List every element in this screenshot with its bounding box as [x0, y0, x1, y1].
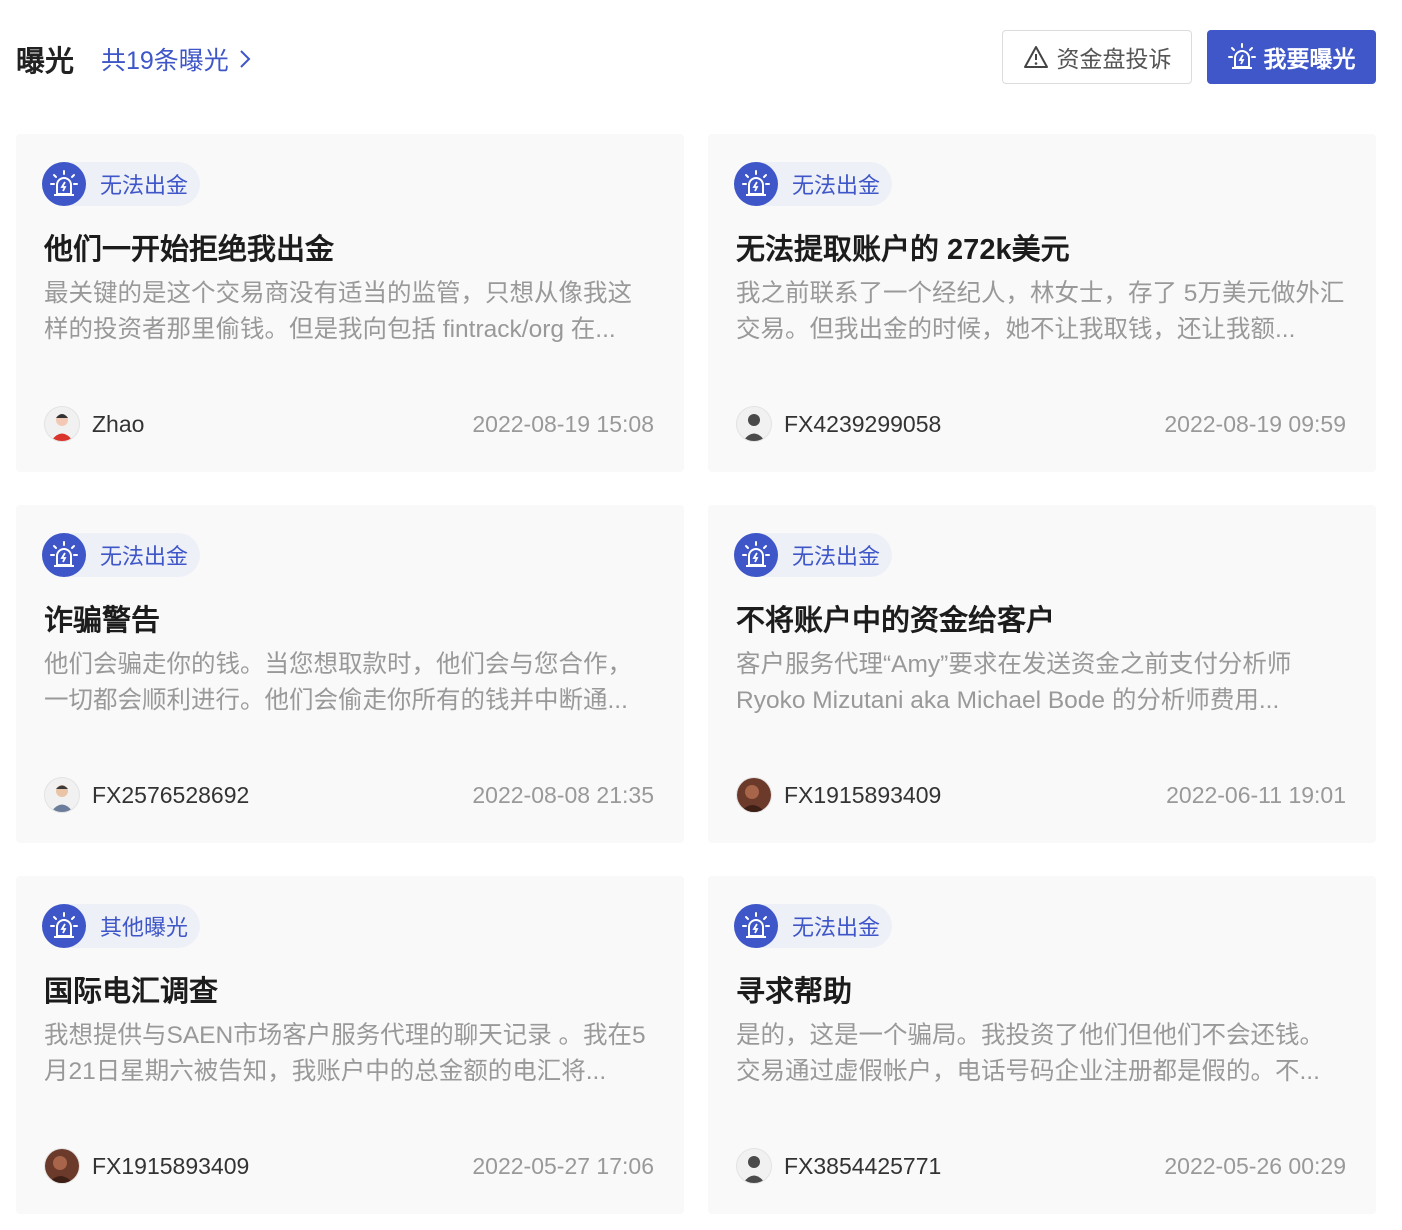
alarm-icon — [742, 170, 770, 196]
card-timestamp: 2022-08-08 21:35 — [472, 782, 654, 808]
avatar — [44, 406, 80, 442]
card-description: 他们会骗走你的钱。当您想取款时，他们会与您合作，一切都会顺利进行。他们会偷走你所… — [44, 651, 632, 714]
card-author: FX2576528692 — [44, 777, 249, 813]
expose-button[interactable]: 我要曝光 — [1207, 30, 1376, 84]
category-tag-label: 其他曝光 — [100, 915, 189, 940]
alarm-icon — [1227, 43, 1256, 69]
author-name: FX3854425771 — [784, 1152, 942, 1179]
category-tag: 无法出金 — [42, 162, 201, 206]
card-description: 客户服务代理“Amy”要求在发送资金之前支付分析师 Ryoko Mizutani… — [736, 651, 1292, 714]
card-title: 寻求帮助 — [736, 976, 853, 1008]
card-timestamp: 2022-05-26 00:29 — [1164, 1153, 1346, 1179]
alarm-icon — [50, 541, 78, 567]
alarm-badge — [734, 162, 778, 206]
category-tag: 其他曝光 — [42, 904, 201, 948]
card-author: FX4239299058 — [736, 406, 941, 442]
card-description: 我想提供与SAEN市场客户服务代理的聊天记录 。我在5月21日星期六被告知，我账… — [44, 1022, 646, 1085]
exposure-card[interactable]: 无法出金 他们一开始拒绝我出金 最关键的是这个交易商没有适当的监管，只想从像我这… — [16, 134, 684, 472]
warning-icon — [1023, 46, 1048, 68]
page-header: 曝光 共19条曝光 资金盘投诉 我要曝光 — [16, 28, 1376, 86]
card-author: FX1915893409 — [44, 1148, 249, 1184]
alarm-badge — [734, 533, 778, 577]
category-tag: 无法出金 — [734, 904, 893, 948]
card-title: 诈骗警告 — [44, 605, 161, 637]
category-tag-label: 无法出金 — [100, 173, 189, 198]
avatar — [736, 406, 772, 442]
card-title: 无法提取账户的 272k美元 — [736, 234, 1070, 266]
card-author: FX3854425771 — [736, 1148, 941, 1184]
card-timestamp: 2022-08-19 15:08 — [472, 411, 654, 437]
card-description: 我之前联系了一个经纪人，林女士，存了 5万美元做外汇交易。但我出金的时候，她不让… — [736, 280, 1345, 343]
exposure-card[interactable]: 无法出金 不将账户中的资金给客户 客户服务代理“Amy”要求在发送资金之前支付分… — [708, 505, 1376, 843]
exposure-card[interactable]: 其他曝光 国际电汇调查 我想提供与SAEN市场客户服务代理的聊天记录 。我在5月… — [16, 876, 684, 1214]
author-name: FX1915893409 — [784, 781, 942, 808]
category-tag-label: 无法出金 — [792, 544, 881, 569]
avatar — [44, 1148, 80, 1184]
category-tag: 无法出金 — [734, 533, 893, 577]
chevron-right-icon — [240, 50, 251, 68]
avatar — [44, 777, 80, 813]
category-tag-label: 无法出金 — [100, 544, 189, 569]
alarm-icon — [742, 541, 770, 567]
card-timestamp: 2022-05-27 17:06 — [472, 1153, 654, 1179]
card-description: 最关键的是这个交易商没有适当的监管，只想从像我这样的投资者那里偷钱。但是我向包括… — [44, 280, 632, 343]
exposure-count-label: 共19条曝光 — [101, 47, 229, 75]
alarm-badge — [42, 162, 86, 206]
author-name: FX1915893409 — [92, 1152, 250, 1179]
alarm-badge — [42, 533, 86, 577]
card-author: FX1915893409 — [736, 777, 941, 813]
exposure-card[interactable]: 无法出金 寻求帮助 是的，这是一个骗局。我投资了他们但他们不会还钱。交易通过虚假… — [708, 876, 1376, 1214]
expose-button-label: 我要曝光 — [1263, 46, 1356, 72]
card-timestamp: 2022-08-19 09:59 — [1164, 411, 1346, 437]
category-tag-label: 无法出金 — [792, 173, 881, 198]
category-tag: 无法出金 — [42, 533, 201, 577]
card-title: 不将账户中的资金给客户 — [736, 605, 1056, 637]
category-tag: 无法出金 — [734, 162, 893, 206]
author-name: Zhao — [92, 410, 145, 437]
card-timestamp: 2022-06-11 19:01 — [1166, 782, 1346, 808]
alarm-icon — [742, 912, 770, 938]
card-title: 国际电汇调查 — [44, 976, 219, 1008]
author-name: FX4239299058 — [784, 410, 942, 437]
complaint-button[interactable]: 资金盘投诉 — [1002, 30, 1192, 84]
alarm-icon — [50, 170, 78, 196]
avatar — [736, 777, 772, 813]
alarm-badge — [734, 904, 778, 948]
exposure-card[interactable]: 无法出金 无法提取账户的 272k美元 我之前联系了一个经纪人，林女士，存了 5… — [708, 134, 1376, 472]
exposure-count-link[interactable]: 共19条曝光 — [101, 41, 253, 77]
page-title: 曝光 — [16, 46, 75, 78]
alarm-badge — [42, 904, 86, 948]
alarm-icon — [50, 912, 78, 938]
card-description: 是的，这是一个骗局。我投资了他们但他们不会还钱。交易通过虚假帐户，电话号码企业注… — [736, 1022, 1324, 1085]
card-title: 他们一开始拒绝我出金 — [44, 234, 335, 266]
avatar — [736, 1148, 772, 1184]
author-name: FX2576528692 — [92, 781, 250, 808]
category-tag-label: 无法出金 — [792, 915, 881, 940]
complaint-button-label: 资金盘投诉 — [1056, 46, 1172, 72]
card-author: Zhao — [44, 406, 144, 442]
exposure-card[interactable]: 无法出金 诈骗警告 他们会骗走你的钱。当您想取款时，他们会与您合作，一切都会顺利… — [16, 505, 684, 843]
